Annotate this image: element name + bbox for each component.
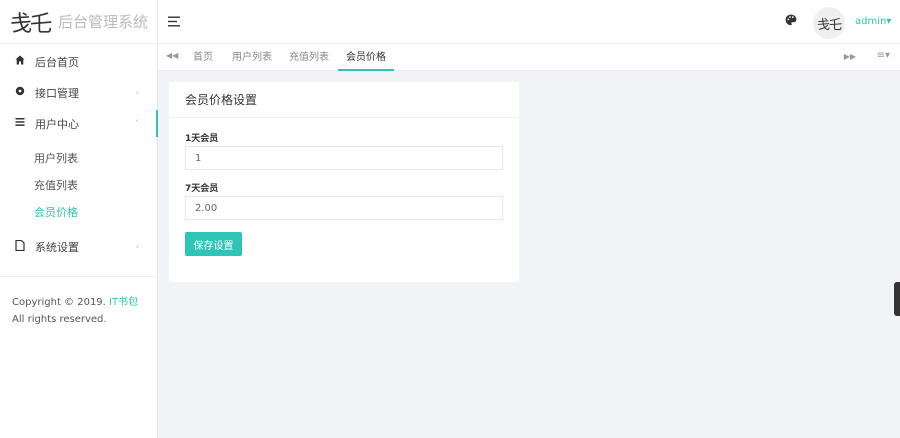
- logo[interactable]: 戋乇 后台管理系统: [0, 0, 157, 44]
- menu-toggle-icon[interactable]: [168, 12, 181, 31]
- sidebar-subitem-user-list[interactable]: 用户列表: [0, 144, 157, 171]
- sidebar-item-label: 接口管理: [35, 86, 79, 100]
- sidebar-item-label: 系统设置: [35, 240, 79, 254]
- tab-bar: ◀◀ 首页 用户列表 充值列表 会员价格 ▶▶ ≡▾: [158, 44, 900, 71]
- sidebar-item-home[interactable]: 后台首页: [0, 46, 157, 77]
- copyright-suffix: All rights reserved.: [12, 314, 107, 325]
- copyright-prefix: Copyright © 2019.: [12, 297, 106, 308]
- member-7day-input[interactable]: [185, 196, 503, 220]
- side-drawer-handle[interactable]: [894, 282, 900, 316]
- card-title: 会员价格设置: [169, 82, 519, 118]
- brand-link[interactable]: IT书包: [109, 297, 138, 308]
- tabs-next-icon[interactable]: ▶▶: [844, 52, 856, 61]
- sidebar-item-api[interactable]: 接口管理 ›: [0, 77, 157, 108]
- chevron-down-icon: ˅: [135, 119, 139, 128]
- settings-icon: [14, 86, 26, 99]
- tab-member-price[interactable]: 会员价格: [338, 44, 394, 71]
- sidebar: 戋乇 后台管理系统 后台首页 接口管理 › 用户中心 ˅ 用户列表 充值列表 会…: [0, 0, 158, 438]
- divider: [0, 276, 157, 277]
- user-menu[interactable]: admin▾: [855, 16, 891, 27]
- top-header: 戋乇 admin▾: [158, 0, 900, 44]
- logo-mark: 戋乇: [10, 11, 52, 37]
- tab-recharge-list[interactable]: 充值列表: [289, 44, 329, 71]
- sidebar-item-label: 用户中心: [35, 117, 79, 131]
- field-label-7day: 7天会员: [185, 184, 219, 194]
- field-label-1day: 1天会员: [185, 134, 219, 144]
- chevron-right-icon: ›: [135, 88, 139, 97]
- avatar[interactable]: 戋乇: [813, 7, 845, 39]
- tabs-prev-icon[interactable]: ◀◀: [166, 51, 178, 60]
- palette-icon[interactable]: [785, 14, 797, 29]
- list-icon: [14, 117, 26, 130]
- sidebar-item-system-settings[interactable]: 系统设置 ›: [0, 231, 157, 262]
- member-1day-input[interactable]: [185, 146, 503, 170]
- tab-user-list[interactable]: 用户列表: [232, 44, 272, 71]
- member-price-card: 会员价格设置 1天会员 7天会员 保存设置: [169, 82, 519, 282]
- sidebar-item-user-center[interactable]: 用户中心 ˅: [0, 108, 158, 139]
- save-button[interactable]: 保存设置: [185, 232, 242, 256]
- home-icon: [14, 55, 26, 68]
- app-title: 后台管理系统: [58, 13, 149, 31]
- tabs-menu-icon[interactable]: ≡▾: [877, 50, 890, 61]
- file-icon: [14, 239, 26, 254]
- sidebar-item-label: 后台首页: [35, 55, 79, 69]
- sidebar-subitem-member-price[interactable]: 会员价格: [0, 198, 157, 225]
- copyright: Copyright © 2019. IT书包 All rights reserv…: [12, 294, 152, 328]
- tab-home[interactable]: 首页: [193, 44, 213, 71]
- sidebar-subitem-recharge-list[interactable]: 充值列表: [0, 171, 157, 198]
- chevron-right-icon: ›: [135, 242, 139, 251]
